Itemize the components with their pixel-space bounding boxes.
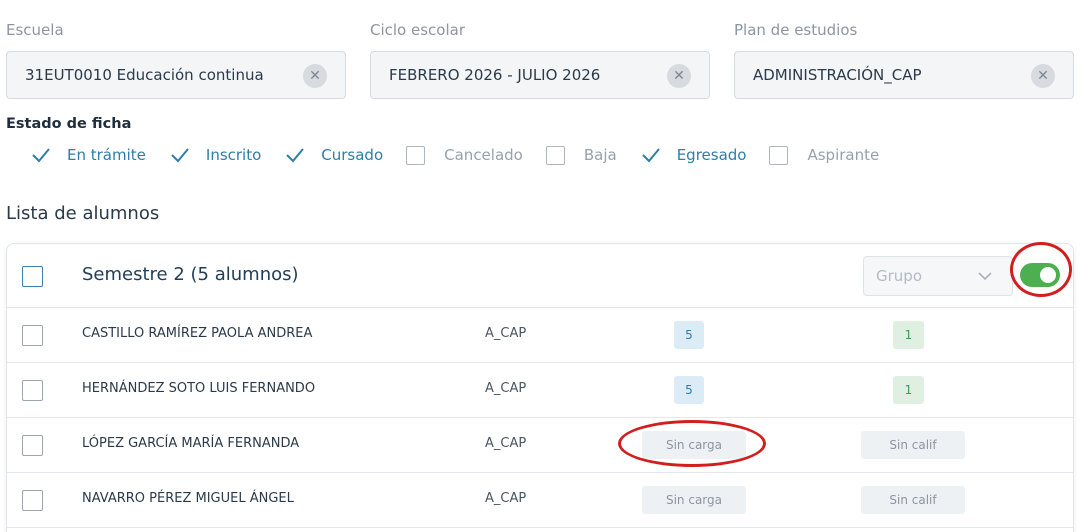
student-list-card: Semestre 2 (5 alumnos) Grupo CASTILLO RA… (6, 243, 1074, 532)
student-plan: A_CAP (485, 491, 527, 506)
estado-label: Baja (583, 146, 617, 164)
student-plan: A_CAP (485, 326, 527, 341)
carga-badge[interactable]: 5 (674, 376, 704, 404)
escuela-label: Escuela (6, 21, 64, 39)
table-row: HERNÁNDEZ SOTO LUIS FERNANDO A_CAP 5 1 (7, 363, 1073, 418)
estado-cursado[interactable]: Cursado (284, 144, 383, 166)
clear-plan-button[interactable]: ✕ (1031, 64, 1055, 88)
estado-label: En trámite (67, 146, 146, 164)
row-checkbox[interactable] (22, 490, 43, 511)
student-plan: A_CAP (485, 436, 527, 451)
row-checkbox[interactable] (22, 325, 43, 346)
plan-label: Plan de estudios (734, 21, 858, 39)
group-header: Semestre 2 (5 alumnos) Grupo (7, 244, 1073, 308)
sin-carga-badge[interactable]: Sin carga (642, 486, 746, 514)
student-name: HERNÁNDEZ SOTO LUIS FERNANDO (82, 381, 316, 396)
checkbox (406, 145, 426, 165)
estado-label: Aspirante (807, 146, 880, 164)
student-name: LÓPEZ GARCÍA MARÍA FERNANDA (82, 436, 300, 451)
student-plan: A_CAP (485, 381, 527, 396)
calif-badge[interactable]: 1 (893, 321, 924, 349)
student-name: NAVARRO PÉREZ MIGUEL ÁNGEL (82, 491, 294, 506)
estado-egresado[interactable]: Egresado (640, 144, 747, 166)
estado-baja[interactable]: Baja (545, 145, 617, 165)
estado-label: Cursado (321, 146, 384, 164)
chevron-down-icon (978, 272, 992, 281)
row-checkbox[interactable] (22, 380, 43, 401)
checkbox (545, 145, 565, 165)
close-icon: ✕ (309, 68, 321, 84)
select-all-checkbox[interactable] (22, 266, 43, 287)
calif-badge[interactable]: 1 (893, 376, 924, 404)
estado-label: Cancelado (444, 146, 523, 164)
table-row: NAVARRO PÉREZ MIGUEL ÁNGEL A_CAP Sin car… (7, 473, 1073, 528)
escuela-select[interactable]: 31EUT0010 Educación continua ✕ (6, 51, 346, 99)
sin-calif-badge[interactable]: Sin calif (861, 431, 965, 459)
group-title: Semestre 2 (5 alumnos) (82, 264, 299, 285)
row-checkbox[interactable] (22, 435, 43, 456)
estado-label: Inscrito (205, 146, 262, 164)
close-icon: ✕ (673, 68, 685, 84)
ciclo-select[interactable]: FEBRERO 2026 - JULIO 2026 ✕ (370, 51, 710, 99)
estado-inscrito[interactable]: Inscrito (169, 144, 261, 166)
close-icon: ✕ (1037, 68, 1049, 84)
grupo-placeholder: Grupo (876, 267, 922, 285)
ciclo-label: Ciclo escolar (370, 21, 465, 39)
sin-carga-badge[interactable]: Sin carga (642, 431, 746, 459)
check-icon (640, 144, 662, 166)
plan-select[interactable]: ADMINISTRACIÓN_CAP ✕ (734, 51, 1074, 99)
student-name: CASTILLO RAMÍREZ PAOLA ANDREA (82, 326, 313, 341)
estado-en-tramite[interactable]: En trámite (30, 144, 146, 166)
checkbox (769, 145, 789, 165)
check-icon (284, 144, 306, 166)
estado-label: Egresado (676, 146, 747, 164)
grupo-select[interactable]: Grupo (863, 256, 1013, 296)
table-row: LÓPEZ GARCÍA MARÍA FERNANDA A_CAP Sin ca… (7, 418, 1073, 473)
check-icon (169, 144, 191, 166)
sin-calif-badge[interactable]: Sin calif (861, 486, 965, 514)
estado-ficha-options: En trámite Inscrito Cursado Cancelado Ba… (30, 142, 902, 168)
estado-ficha-title: Estado de ficha (6, 116, 132, 132)
check-icon (30, 144, 52, 166)
estado-aspirante[interactable]: Aspirante (769, 145, 880, 165)
clear-ciclo-button[interactable]: ✕ (667, 64, 691, 88)
clear-escuela-button[interactable]: ✕ (303, 64, 327, 88)
table-row: CASTILLO RAMÍREZ PAOLA ANDREA A_CAP 5 1 (7, 308, 1073, 363)
escuela-value: 31EUT0010 Educación continua (25, 66, 264, 84)
estado-cancelado[interactable]: Cancelado (406, 145, 523, 165)
toggle-knob (1040, 267, 1056, 283)
lista-alumnos-title: Lista de alumnos (6, 203, 160, 224)
carga-badge[interactable]: 5 (674, 321, 704, 349)
ciclo-value: FEBRERO 2026 - JULIO 2026 (389, 66, 601, 84)
plan-value: ADMINISTRACIÓN_CAP (753, 66, 922, 84)
group-toggle[interactable] (1020, 263, 1060, 287)
